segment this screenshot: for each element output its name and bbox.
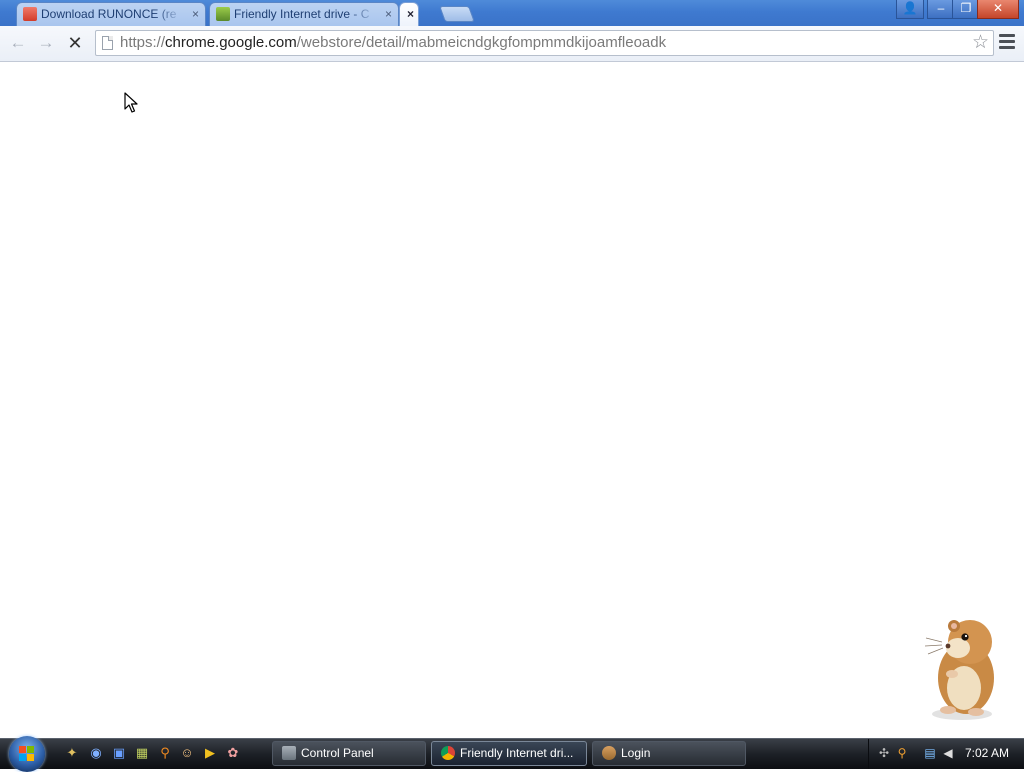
start-button[interactable] [9,736,45,772]
quicklaunch-media-icon[interactable]: ▶ [202,745,218,761]
minimize-button[interactable]: – [927,0,955,19]
url-text[interactable]: https://chrome.google.com/webstore/detai… [120,31,666,55]
forward-button[interactable]: → [35,32,57,54]
quicklaunch-computer-icon[interactable]: ▣ [111,745,127,761]
windows-logo-icon [19,746,34,761]
url-host: chrome.google.com [165,34,297,51]
profile-icon[interactable]: 👤 [896,0,924,19]
close-tab-icon[interactable]: × [192,3,199,25]
new-tab-button[interactable] [439,6,475,22]
taskbar-button-chrome[interactable]: Friendly Internet dri... [431,741,587,766]
quicklaunch-user-icon[interactable]: ☺ [179,745,195,761]
back-button[interactable]: ← [7,32,29,54]
url-path: /webstore/detail/mabmeicndgkgfompmmdkijo… [296,34,667,51]
quicklaunch-search-icon[interactable]: ⚲ [157,745,173,761]
browser-toolbar: ← → ✕ https://chrome.google.com/webstore… [0,26,1024,62]
control-panel-icon [282,746,296,760]
address-bar[interactable]: https://chrome.google.com/webstore/detai… [95,30,994,56]
tray-tool-icon[interactable]: ✣ [877,746,891,760]
stop-loading-button[interactable]: ✕ [64,32,86,54]
url-scheme: https:// [120,34,166,51]
tab-friendly-internet-drive[interactable]: Friendly Internet drive - C × [209,2,399,26]
tab-active-loading[interactable]: × [399,2,419,26]
network-icon[interactable]: ▤ [923,746,937,760]
page-icon [102,36,113,50]
taskbar-button-control-panel[interactable]: Control Panel [272,741,426,766]
tab-title: Friendly Internet drive - C [234,7,370,21]
page-content [0,62,1024,738]
tab-title: Download RUNONCE (re [41,7,177,21]
quicklaunch-app-icon[interactable]: ✿ [225,745,241,761]
taskbar-button-label: Control Panel [301,746,374,760]
extension-favicon-icon [216,7,230,21]
taskbar-button-label: Friendly Internet dri... [460,746,574,760]
tab-download-runonce[interactable]: Download RUNONCE (re × [16,2,206,26]
chrome-menu-icon[interactable] [999,34,1015,52]
taskbar-button-login[interactable]: Login [592,741,746,766]
close-tab-icon[interactable]: × [385,3,392,25]
maximize-button[interactable]: ❐ [952,0,980,19]
quicklaunch-tool-icon[interactable]: ✦ [64,745,80,761]
volume-muted-icon[interactable]: ◀ [941,746,955,760]
close-window-button[interactable]: ✕ [977,0,1019,19]
bookmark-star-icon[interactable]: ☆ [972,33,989,53]
hamster-mascot-icon [924,620,994,720]
chrome-icon [441,746,455,760]
mouse-pointer-icon [124,92,138,113]
browser-tab-strip: Download RUNONCE (re × Friendly Internet… [0,0,1024,26]
windows-taskbar: ✦ ◉ ▣ ▦ ⚲ ☺ ▶ ✿ Control Panel Friendly I… [0,736,1024,772]
close-tab-icon[interactable]: × [407,3,414,25]
quicklaunch-globe-icon[interactable]: ◉ [88,745,104,761]
system-tray: ✣ ⚲ ▤ ◀ 7:02 AM [868,739,1024,769]
hamster-icon [602,746,616,760]
tray-search-icon[interactable]: ⚲ [895,746,909,760]
taskbar-button-label: Login [621,746,651,760]
quicklaunch-map-icon[interactable]: ▦ [134,745,150,761]
system-clock[interactable]: 7:02 AM [965,739,1009,768]
webstore-favicon-icon [23,7,37,21]
